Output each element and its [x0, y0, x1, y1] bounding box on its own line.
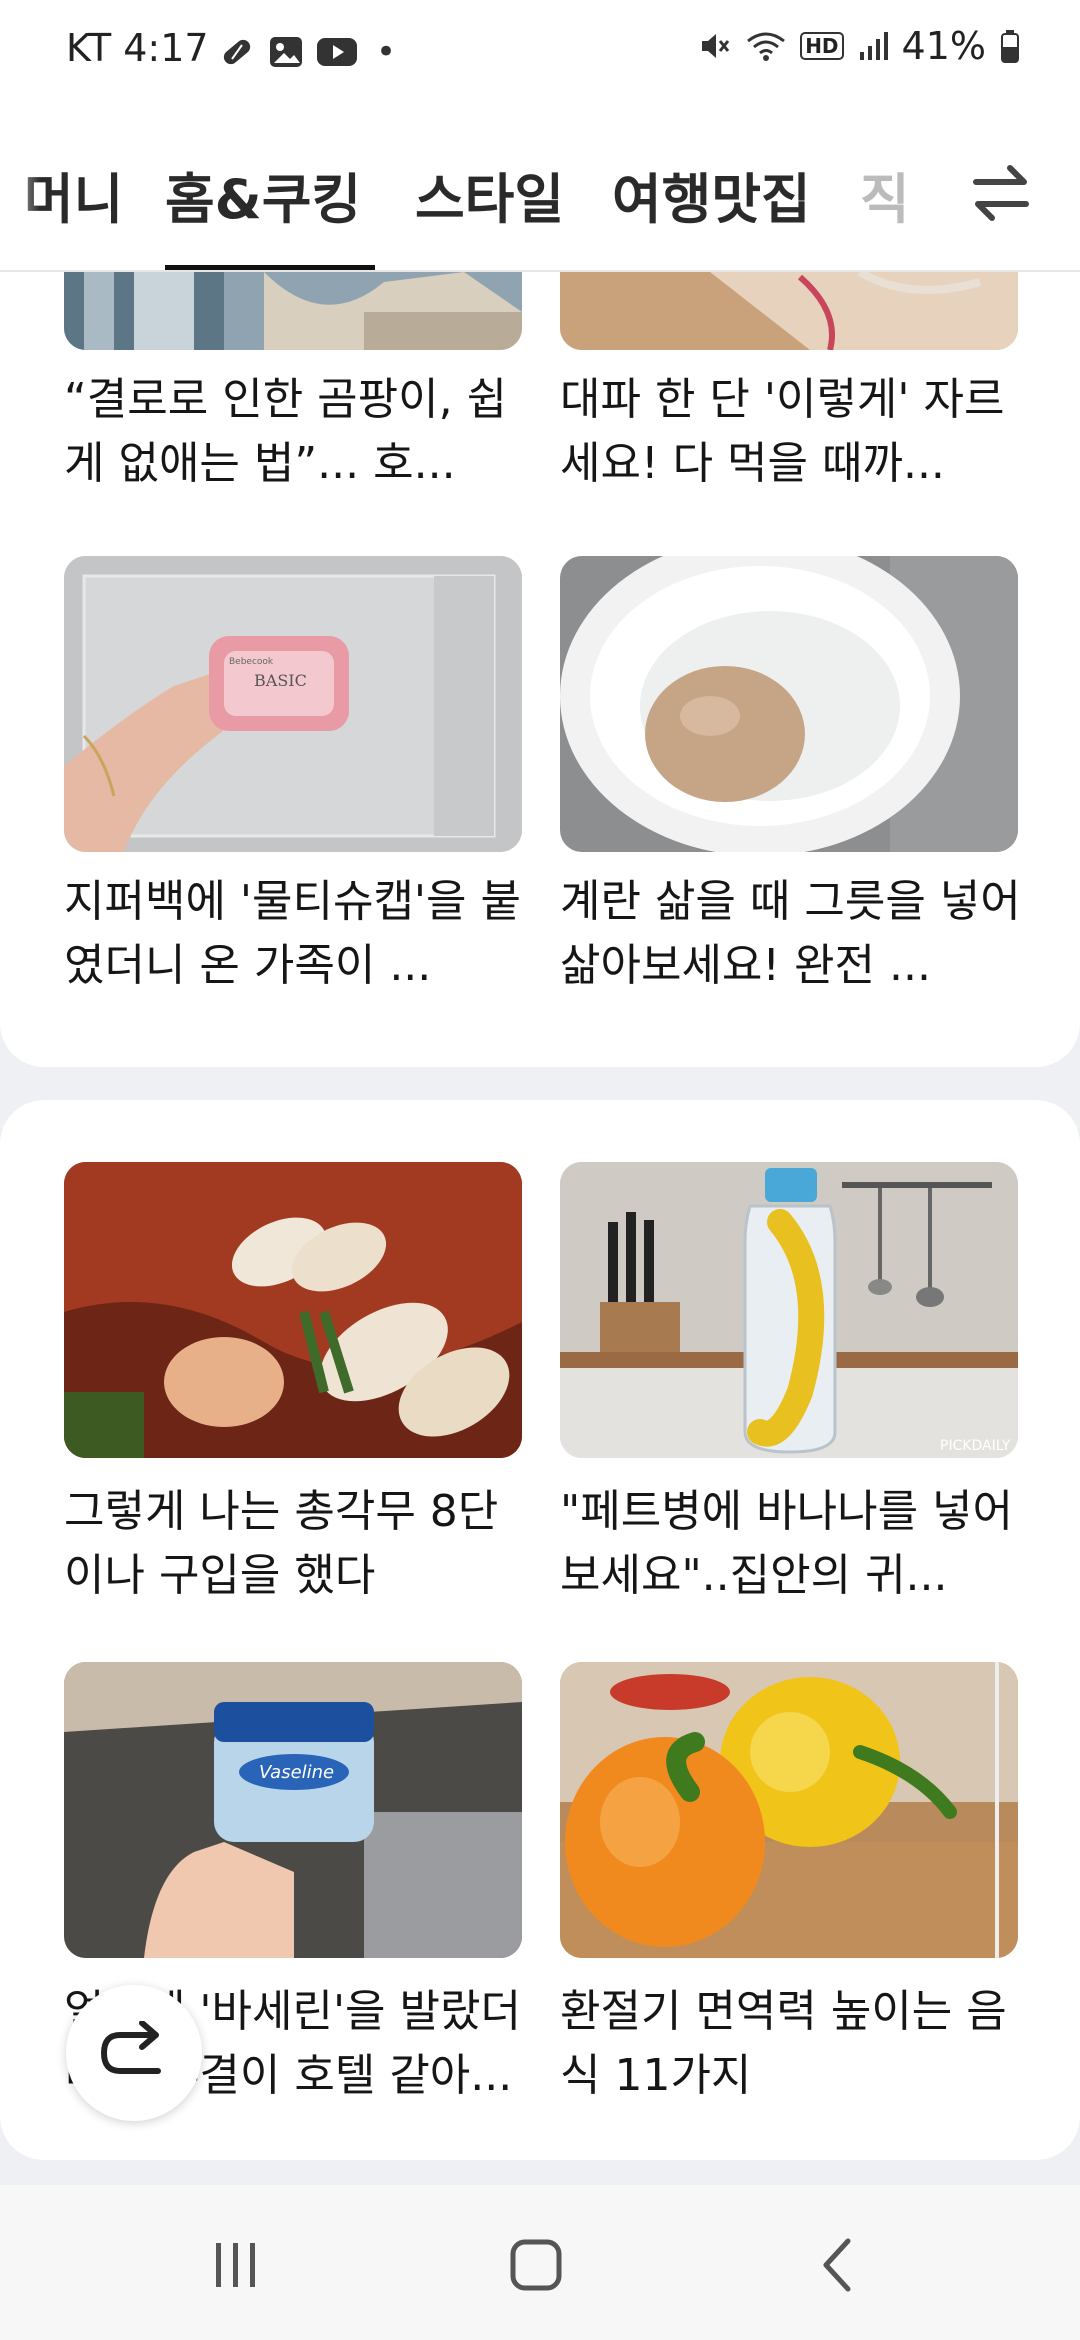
- back-icon: [823, 2238, 851, 2292]
- article-thumbnail[interactable]: [64, 1162, 522, 1458]
- article-thumbnail[interactable]: Vaseline: [64, 1662, 522, 1958]
- article-thumbnail[interactable]: [560, 1662, 1018, 1958]
- tissue-sub-text: Bebecook: [229, 657, 274, 667]
- article-title[interactable]: 계란 삶을 때 그릇을 넣어 삶아보세요! 완전 ...: [560, 870, 1030, 998]
- hd-badge: HD: [800, 32, 844, 60]
- watermark-text: PICKDAILY: [940, 1438, 1011, 1454]
- youtube-icon: [317, 38, 357, 66]
- swap-arrows-icon[interactable]: [966, 158, 1036, 228]
- home-button[interactable]: [496, 2230, 576, 2300]
- article-thumbnail[interactable]: [64, 272, 522, 350]
- article-thumbnail[interactable]: PICKDAILY: [560, 1162, 1018, 1458]
- article-title[interactable]: 환절기 면역력 높이는 음식 11가지: [560, 1980, 1030, 2108]
- vaseline-text: Vaseline: [259, 1762, 334, 1783]
- article-title[interactable]: 대파 한 단 '이렇게' 자르세요! 다 먹을 때까...: [560, 368, 1030, 496]
- system-nav-bar: [0, 2185, 1080, 2340]
- wifi-icon: [747, 32, 786, 61]
- recent-apps-icon: [216, 2243, 255, 2287]
- category-tab-bar: 머니 홈&쿠킹 스타일 여행맛집 직: [0, 100, 1080, 272]
- article-title[interactable]: 지퍼백에 '물티슈캡'을 붙였더니 온 가족이 ...: [64, 870, 534, 998]
- tab-job[interactable]: 직: [860, 155, 910, 234]
- home-icon: [510, 2239, 562, 2291]
- recent-apps-button[interactable]: [196, 2230, 276, 2300]
- status-time: KT 4:17: [66, 26, 209, 70]
- gallery-icon: [270, 37, 302, 67]
- battery-icon: [1001, 30, 1019, 63]
- refresh-redo-icon: [100, 2021, 161, 2074]
- article-title[interactable]: "페트병에 바나나를 넣어보세요"..집안의 귀...: [560, 1480, 1030, 1608]
- refresh-fab-button[interactable]: [66, 1985, 202, 2121]
- tissue-brand-text: BASIC: [254, 671, 307, 690]
- tab-travel-food[interactable]: 여행맛집: [612, 155, 811, 234]
- article-thumbnail[interactable]: [560, 556, 1018, 852]
- tab-style[interactable]: 스타일: [415, 155, 564, 234]
- pill-icon: [223, 39, 251, 65]
- article-thumbnail[interactable]: BASIC Bebecook: [64, 556, 522, 852]
- article-thumbnail[interactable]: [560, 272, 1018, 350]
- article-title[interactable]: “결로로 인한 곰팡이, 쉽게 없애는 법”... 호...: [64, 368, 534, 496]
- status-bar: KT 4:17 • HD 41%: [0, 0, 1080, 100]
- tab-home-cooking[interactable]: 홈&쿠킹: [165, 155, 361, 234]
- battery-percent: 41%: [901, 24, 986, 68]
- article-card-group: “결로로 인한 곰팡이, 쉽게 없애는 법”... 호... 대파 한 단 '이…: [0, 272, 1080, 1067]
- signal-icon: [859, 32, 888, 60]
- mute-icon: [702, 34, 730, 58]
- active-tab-indicator: [165, 265, 375, 270]
- status-dot: •: [376, 32, 397, 72]
- article-title[interactable]: 그렇게 나는 총각무 8단이나 구입을 했다: [64, 1480, 534, 1608]
- back-button[interactable]: [800, 2230, 880, 2300]
